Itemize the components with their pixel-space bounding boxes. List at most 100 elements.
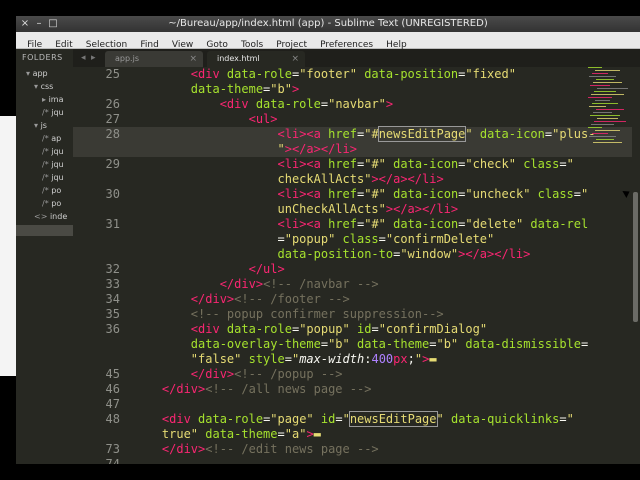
code-line: <div data-role="footer" data-position="f… — [190, 67, 516, 81]
close-tab-icon[interactable]: × — [189, 51, 197, 67]
sidebar-item-label: po — [51, 199, 62, 208]
sidebar-item-label: po — [51, 186, 62, 195]
sidebar-item[interactable]: /* po — [42, 199, 61, 208]
code-line: <div data-role="popup" id="confirmDialog… — [190, 322, 488, 336]
line-number: 28 — [105, 127, 120, 141]
code-line: <li><a href="#newsEditPage" data-icon="p… — [277, 126, 596, 142]
title-bar: × – □ ~/Bureau/app/index.html (app) - Su… — [16, 16, 640, 32]
minimap-line — [592, 103, 618, 104]
minimap-line — [590, 85, 610, 86]
line-number: 26 — [105, 97, 120, 111]
sidebar-item-label: js — [40, 121, 47, 130]
code-line: <!-- popup confirmer suppression--> — [133, 307, 444, 321]
sidebar-item-label: ap — [51, 134, 62, 143]
minimap[interactable] — [588, 67, 628, 147]
sidebar-item[interactable]: /* jqu — [42, 160, 64, 169]
background-window-panel — [0, 116, 16, 376]
sidebar-item[interactable]: /* jqu — [42, 147, 64, 156]
tree-icon: /* — [42, 134, 52, 143]
tab-forward-arrow-icon[interactable]: ▸ — [91, 51, 96, 65]
line-number: 33 — [105, 277, 120, 291]
sidebar-item[interactable]: ▾ css — [34, 82, 53, 91]
code-line: unCheckAllActs"></a></li> — [133, 202, 459, 216]
minimap-line — [591, 124, 614, 125]
code-line: checkAllActs"></a></li> — [133, 172, 444, 186]
sidebar-item-label: jqu — [51, 160, 64, 169]
tab-app-js[interactable]: app.js × — [105, 51, 203, 67]
screen-top-bar — [0, 0, 640, 16]
line-number: 73 — [105, 442, 120, 456]
window-title: ~/Bureau/app/index.html (app) - Sublime … — [168, 18, 488, 29]
tree-icon: /* — [42, 108, 52, 117]
code-line: <li><a href="#" data-icon="delete" data-… — [277, 217, 589, 231]
line-number: 35 — [105, 307, 120, 321]
sidebar: FOLDERS ▾ app ▾ css ▸ ima/* jqu ▾ js/* ap/*… — [16, 49, 73, 464]
line-number: 45 — [105, 367, 120, 381]
minimap-line — [588, 67, 602, 68]
code-line: <li><a href="#" data-icon="check" class=… — [277, 157, 574, 171]
line-number: 36 — [105, 322, 120, 336]
sidebar-item-label: jqu — [51, 108, 64, 117]
minimap-line — [594, 121, 626, 122]
code-line: data-overlay-theme="b" data-theme="b" da… — [133, 337, 589, 351]
sidebar-item-label: jqu — [51, 173, 64, 182]
code-line: ="popup" class="confirmDelete" — [133, 232, 495, 246]
sidebar-item[interactable]: /* jqu — [42, 173, 64, 182]
tab-label: app.js — [115, 54, 139, 63]
sidebar-item[interactable]: ▾ app — [26, 69, 48, 78]
minimap-line — [593, 142, 622, 143]
minimap-line — [594, 91, 616, 92]
minimap-line — [592, 133, 608, 134]
line-number: 74 — [105, 457, 120, 464]
line-number: 48 — [105, 412, 120, 426]
minimap-line — [593, 82, 622, 83]
sidebar-item[interactable]: ▾ js — [34, 121, 47, 130]
tab-index-html[interactable]: index.html × — [207, 51, 305, 67]
code-line: "false" style="max-width:400px;">▬ — [133, 352, 437, 366]
tab-label: index.html — [217, 54, 260, 63]
tree-icon: /* — [42, 173, 52, 182]
vertical-scrollbar[interactable] — [632, 67, 640, 464]
sidebar-item[interactable]: <> inde — [34, 212, 67, 221]
line-number: 46 — [105, 382, 120, 396]
code-line: true" data-theme="a">▬ — [133, 427, 321, 441]
line-number: 25 — [105, 67, 120, 81]
screen-bottom-bar — [0, 464, 640, 480]
background-terminal-window — [0, 16, 16, 464]
minimap-line — [590, 115, 620, 116]
code-editor[interactable]: 25 26 27 28 29 30 31 32 33 34 35 36 45 46 47 48 73 74 <di… — [73, 67, 632, 464]
code-line: </div><!-- /edit news page --> — [161, 442, 379, 456]
tab-back-arrow-icon[interactable]: ◂ — [81, 51, 86, 65]
code-line: "></a></li> — [133, 142, 357, 156]
code-line: <ul> — [248, 112, 278, 126]
tree-icon: <> — [34, 212, 50, 221]
sidebar-item-label: jqu — [51, 147, 64, 156]
sidebar-item-label: ima — [48, 95, 64, 104]
code-line: </div><!-- /footer --> — [190, 292, 350, 306]
sidebar-item[interactable]: ▸ ima — [42, 95, 63, 104]
scrollbar-thumb[interactable] — [633, 192, 638, 322]
sidebar-item[interactable]: /* jqu — [42, 108, 64, 117]
close-tab-icon[interactable]: × — [291, 51, 299, 67]
sidebar-item[interactable]: /* po — [42, 186, 61, 195]
minimap-line — [589, 106, 606, 107]
line-number: 29 — [105, 157, 120, 171]
code-line: <div data-role="page" id="newsEditPage" … — [161, 411, 574, 427]
code-line: </div><!-- /navbar --> — [219, 277, 379, 291]
code-line: </div><!-- /all news page --> — [161, 382, 372, 396]
tree-icon: /* — [42, 199, 52, 208]
sidebar-item-label: app — [32, 69, 48, 78]
minimap-line — [595, 130, 620, 131]
minimap-line — [591, 94, 624, 95]
tab-bar: ◂ ▸ app.js × index.html × — [73, 49, 640, 67]
sidebar-item[interactable]: /* ap — [42, 134, 61, 143]
tree-icon: /* — [42, 160, 52, 169]
minimap-line — [592, 73, 608, 74]
code-line: <li><a href="#" data-icon="uncheck" clas… — [277, 187, 589, 201]
code-line: data-theme="b"> — [133, 82, 300, 96]
line-number: 47 — [105, 397, 120, 411]
sidebar-item-label: inde — [49, 212, 68, 221]
tree-icon: /* — [42, 147, 52, 156]
menu-bar: File Edit Selection Find View Goto Tools… — [16, 32, 640, 50]
sidebar-item-label: css — [40, 82, 54, 91]
